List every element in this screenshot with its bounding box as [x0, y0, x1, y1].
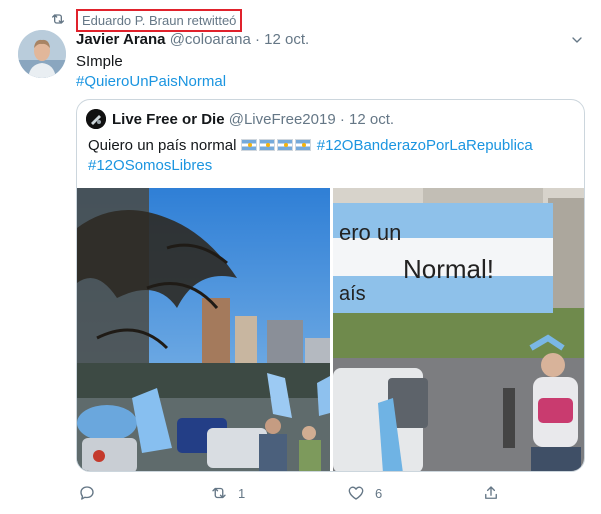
sign-line3: aís: [339, 283, 366, 305]
author-name[interactable]: Javier Arana: [76, 31, 166, 48]
chevron-down-icon[interactable]: [569, 32, 585, 48]
quoted-author-handle[interactable]: @LiveFree2019: [229, 111, 336, 128]
argentina-flag-icon: [294, 139, 311, 151]
like-count: 6: [375, 485, 383, 501]
retweeted-by-label[interactable]: Eduardo P. Braun retwitteó: [76, 9, 243, 32]
hashtag-link[interactable]: #12OSomosLibres: [88, 157, 212, 174]
sign-line1: ero un: [339, 220, 401, 245]
hashtag-link[interactable]: #12OBanderazoPorLaRepublica: [317, 137, 533, 154]
photo-street-crowd[interactable]: [77, 188, 330, 471]
quoted-time[interactable]: 12 oct.: [349, 111, 394, 128]
heart-icon: [348, 486, 364, 500]
quoted-text-lead: Quiero un país normal: [88, 137, 237, 154]
reply-icon: [80, 486, 94, 500]
share-button[interactable]: [482, 484, 500, 502]
reply-button[interactable]: [78, 484, 96, 502]
argentina-flags: [240, 137, 317, 154]
action-bar: 1 6: [0, 484, 601, 506]
quoted-header: Live Free or Die @LiveFree2019 · 12 oct.: [112, 111, 394, 128]
photo-flag-banner[interactable]: ero un Normal! aís: [333, 188, 584, 471]
argentina-flag-icon: [240, 139, 257, 151]
tweet-header: Javier Arana @coloarana · 12 oct.: [76, 31, 309, 48]
tweet-body: SImple #QuieroUnPaisNormal: [76, 52, 226, 92]
tweet-time[interactable]: 12 oct.: [264, 31, 309, 48]
quoted-author-name[interactable]: Live Free or Die: [112, 111, 225, 128]
quoted-tweet-card[interactable]: Live Free or Die @LiveFree2019 · 12 oct.…: [76, 99, 585, 472]
quoted-text: Quiero un país normal #12OBanderazoPorLa…: [88, 136, 578, 176]
share-icon: [485, 486, 497, 499]
retweet-count: 1: [238, 485, 246, 501]
argentina-flag-icon: [258, 139, 275, 151]
sign-line2: Normal!: [403, 254, 494, 284]
separator-dot: ·: [254, 31, 260, 48]
retweet-button[interactable]: 1: [210, 484, 245, 502]
tweet-text: SImple: [76, 53, 123, 70]
like-button[interactable]: 6: [347, 484, 382, 502]
hashtag-link[interactable]: #QuieroUnPaisNormal: [76, 72, 226, 92]
quoted-avatar: [86, 109, 106, 129]
avatar[interactable]: [18, 30, 66, 78]
separator-dot: ·: [339, 111, 345, 128]
retweet-icon: [212, 487, 226, 499]
argentina-flag-icon: [276, 139, 293, 151]
retweet-icon: [52, 14, 64, 24]
author-handle[interactable]: @coloarana: [170, 31, 251, 48]
